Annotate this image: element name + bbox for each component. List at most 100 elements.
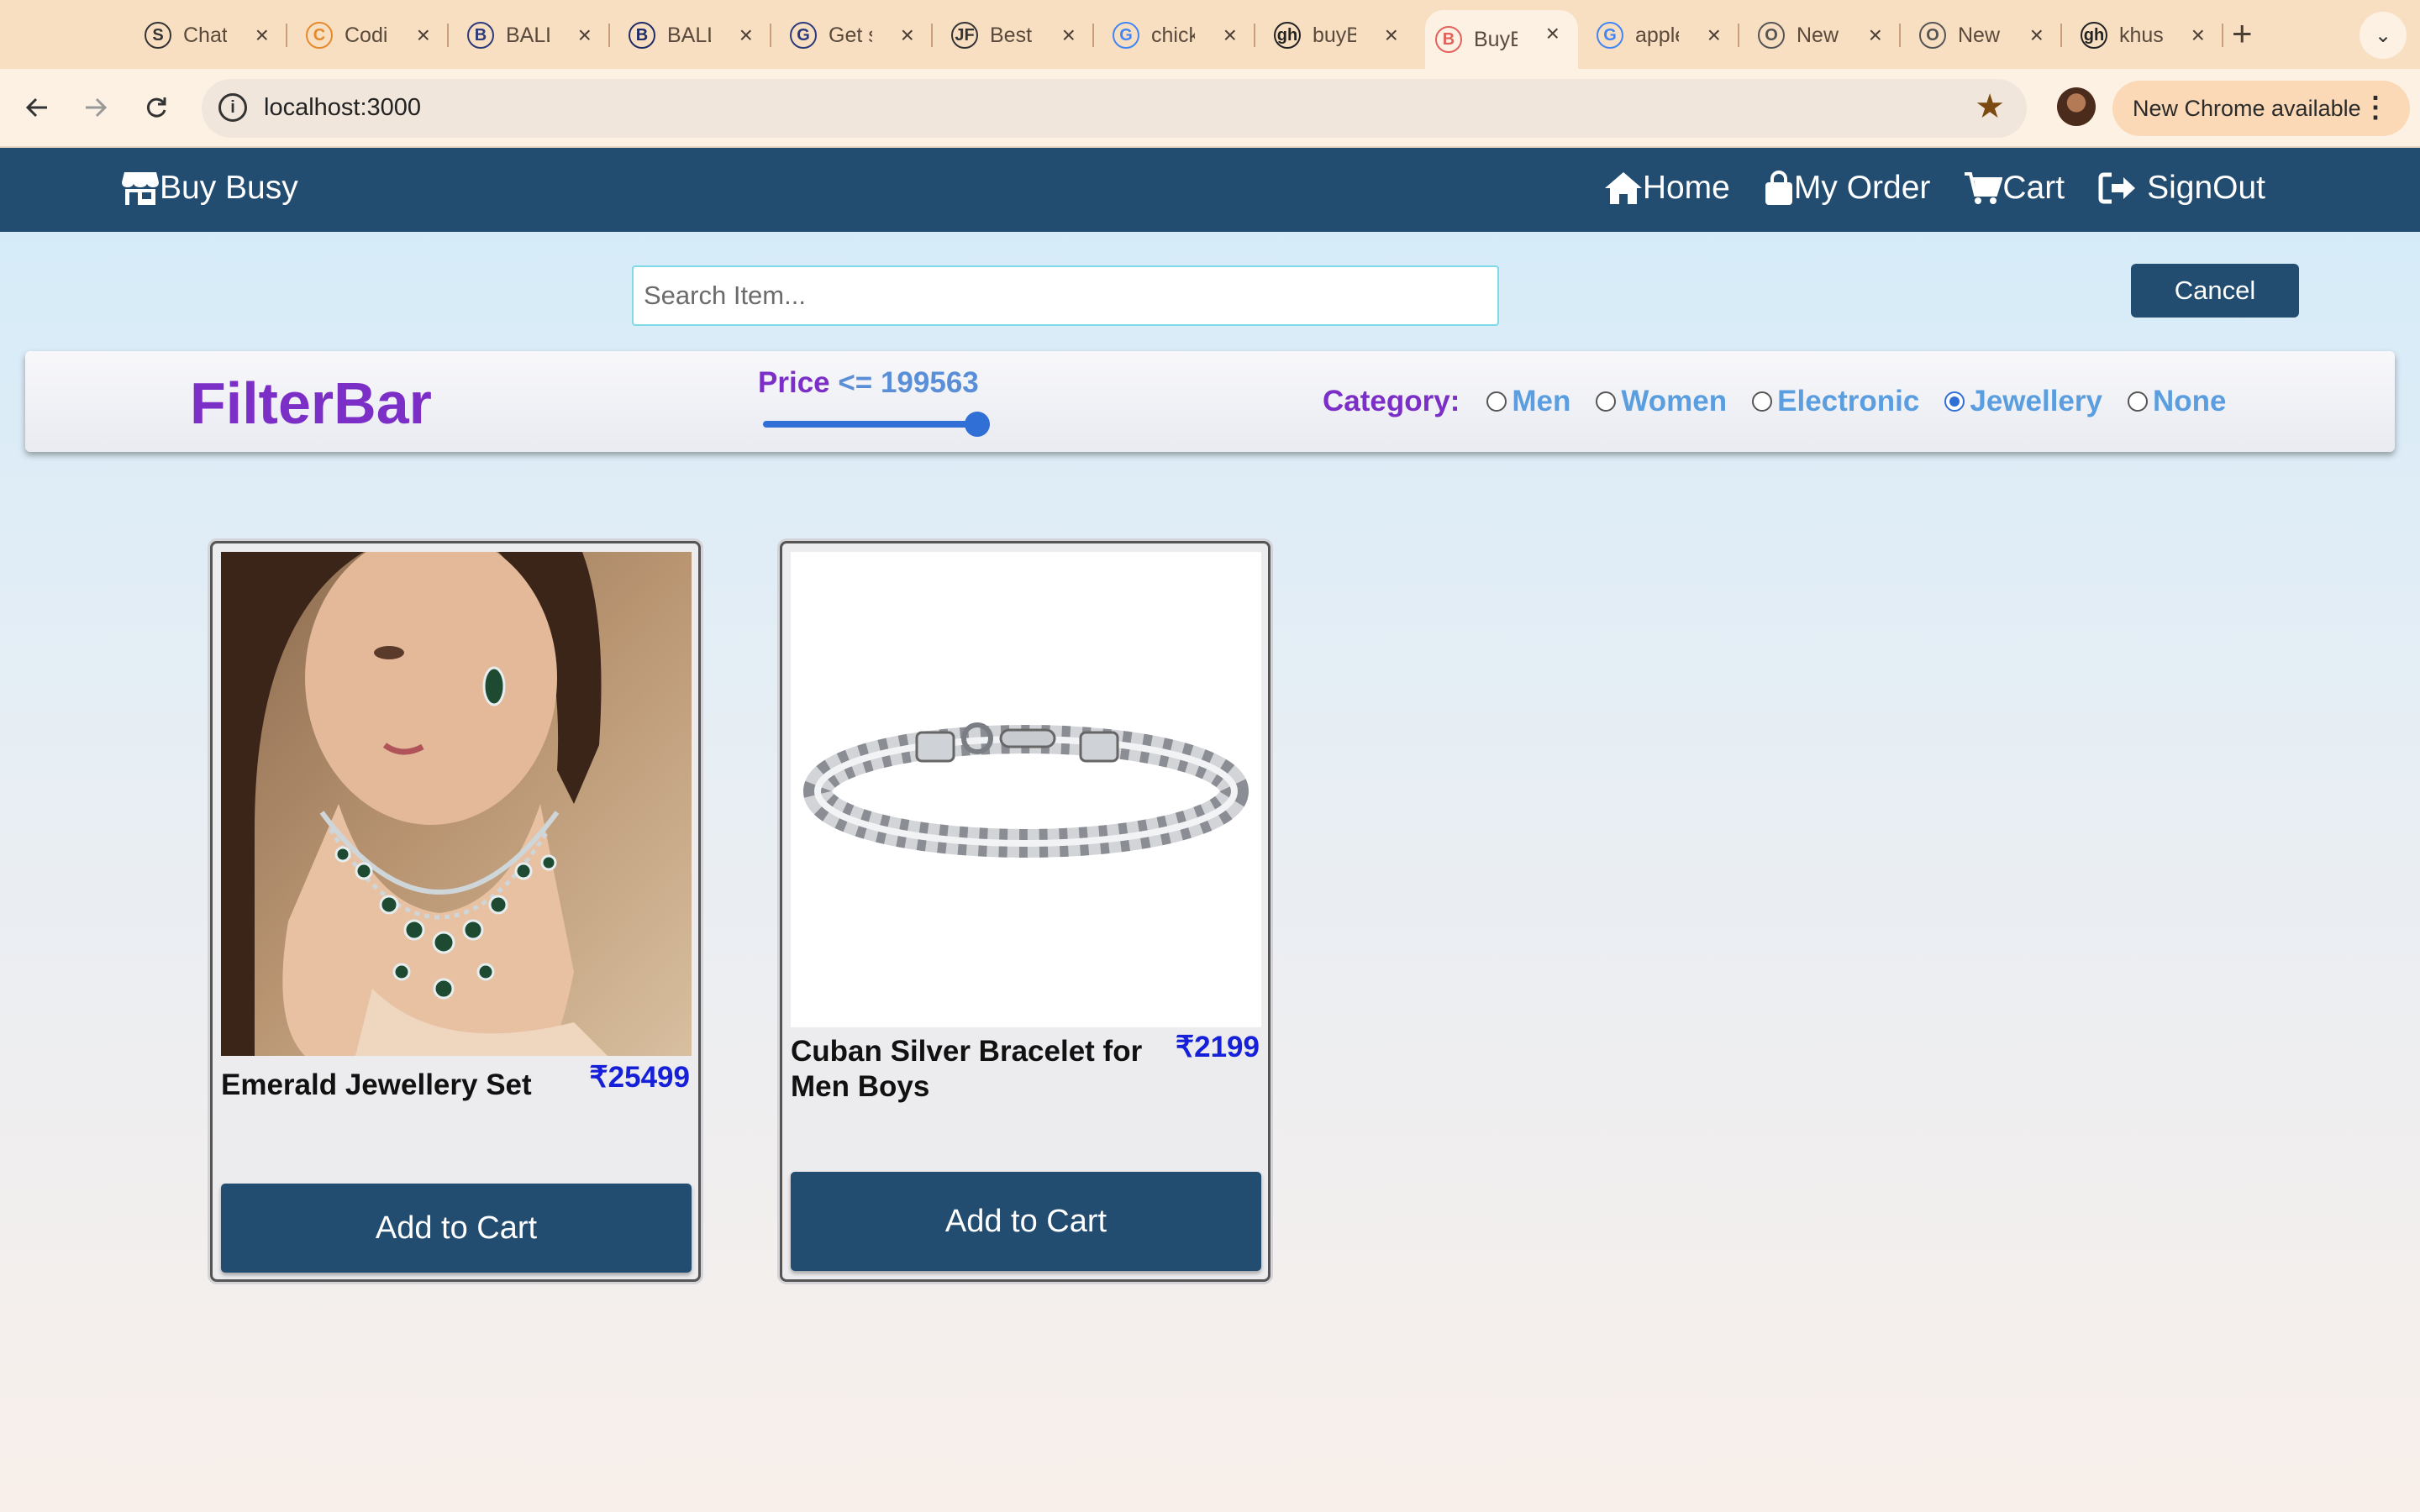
nav-orders-link[interactable]: My Order <box>1764 170 1931 207</box>
price-label-text: Price <box>758 366 830 399</box>
tab-close-icon[interactable]: × <box>901 20 914 50</box>
radio-button-icon[interactable] <box>1752 391 1773 412</box>
product-image[interactable] <box>791 552 1261 1027</box>
nav-home-link[interactable]: Home <box>1604 170 1730 207</box>
add-to-cart-button[interactable]: Add to Cart <box>221 1184 692 1273</box>
category-option-label: Electronic <box>1777 385 1920 417</box>
address-bar[interactable]: i localhost:3000 ★ <box>202 79 2027 138</box>
tab-close-icon[interactable]: × <box>1869 20 1882 50</box>
tab-separator <box>931 24 933 47</box>
browser-tab[interactable]: S ChatGPT × <box>134 12 287 59</box>
nav-cart-label: Cart <box>2002 170 2065 206</box>
category-option-none[interactable]: None <box>2127 385 2226 418</box>
tab-close-icon[interactable]: × <box>578 20 592 50</box>
browser-tab[interactable]: B BuyBusy × <box>1425 10 1578 69</box>
browser-tab[interactable]: C Coding Ninjas × <box>296 12 449 59</box>
price-slider-thumb[interactable] <box>965 412 990 437</box>
url-text[interactable]: localhost:3000 <box>264 94 421 122</box>
shopping-bag-icon <box>1765 171 1792 205</box>
tab-close-icon[interactable]: × <box>1062 20 1076 50</box>
add-to-cart-button[interactable]: Add to Cart <box>791 1172 1261 1271</box>
tab-title: khushi <box>2119 23 2163 47</box>
category-option-electronic[interactable]: Electronic <box>1752 385 1919 418</box>
browser-tab[interactable]: O New Tab × <box>1748 12 1901 59</box>
bookmark-star-icon[interactable]: ★ <box>1975 87 2005 126</box>
browser-toolbar: i localhost:3000 ★ New Chrome available … <box>0 69 2420 148</box>
radio-button-icon[interactable] <box>2127 391 2148 412</box>
browser-tab[interactable]: gh buyBusy × <box>1264 12 1417 59</box>
tab-title: BuyBusy <box>1474 27 1518 51</box>
tab-close-icon[interactable]: × <box>1385 20 1398 50</box>
browser-tab-strip: + ⌄ SChatGPT×CCoding Ninjas×BBALLERZZ×BB… <box>0 0 2420 69</box>
browser-tab[interactable]: G Get started × <box>780 12 933 59</box>
category-option-men[interactable]: Men <box>1486 385 1570 418</box>
tab-close-icon[interactable]: × <box>739 20 753 50</box>
tab-close-icon[interactable]: × <box>1223 20 1237 50</box>
product-card: Emerald Jewellery Set ₹25499 Add to Cart <box>210 541 701 1282</box>
browser-tab[interactable]: JF Best × <box>941 12 1094 59</box>
tab-separator <box>2060 24 2062 47</box>
site-info-icon[interactable]: i <box>218 93 247 122</box>
category-option-women[interactable]: Women <box>1596 385 1727 418</box>
brand-logo[interactable]: Buy Busy <box>121 170 298 207</box>
tab-close-icon[interactable]: × <box>2030 20 2044 50</box>
product-image[interactable] <box>221 552 692 1056</box>
tab-close-icon[interactable]: × <box>2191 20 2205 50</box>
nav-orders-label: My Order <box>1793 170 1931 206</box>
cart-icon <box>1965 172 2003 204</box>
tab-title: Best <box>990 23 1033 47</box>
category-option-label: Men <box>1512 385 1571 417</box>
app-root: Buy Busy Home My Order Cart SignOut Sear… <box>0 148 2420 1512</box>
tab-favicon-icon: O <box>1758 22 1785 49</box>
tab-close-icon[interactable]: × <box>1707 20 1721 50</box>
tab-close-icon[interactable]: × <box>1546 18 1560 49</box>
browser-tab[interactable]: gh khushi × <box>2070 12 2223 59</box>
nav-cart-link[interactable]: Cart <box>1964 170 2065 207</box>
tab-favicon-icon: gh <box>2081 22 2107 49</box>
chrome-update-button[interactable]: New Chrome available ⋮ <box>2112 81 2410 136</box>
browser-tab[interactable]: Gchicken × <box>1102 12 1255 59</box>
tab-favicon-icon: G <box>1597 22 1623 49</box>
price-slider[interactable] <box>763 412 990 437</box>
product-card: Cuban Silver Bracelet for Men Boys ₹2199… <box>780 541 1270 1282</box>
sign-out-icon <box>2098 172 2136 204</box>
kebab-menu-icon[interactable]: ⋮ <box>2361 91 2390 124</box>
tab-close-icon[interactable]: × <box>417 20 430 50</box>
tab-title: chicken <box>1151 23 1195 47</box>
browser-tab[interactable]: O New Tab × <box>1909 12 2062 59</box>
tab-title: buyBusy <box>1313 23 1356 47</box>
browser-tab[interactable]: B BALLERZZ × <box>457 12 610 59</box>
tab-title: ChatGPT <box>183 23 227 47</box>
price-label: Price <= 199563 <box>758 366 979 400</box>
tab-favicon-icon: JF <box>951 22 978 49</box>
forward-arrow-icon[interactable] <box>74 86 118 129</box>
tab-search-menu-icon[interactable]: ⌄ <box>2360 12 2407 59</box>
radio-button-icon[interactable] <box>1596 391 1617 412</box>
product-price: ₹25499 <box>589 1061 690 1094</box>
tab-title: Coding Ninjas <box>345 23 388 47</box>
store-icon <box>122 172 159 205</box>
price-slider-track <box>763 421 990 428</box>
profile-avatar[interactable] <box>2057 87 2096 126</box>
tab-favicon-icon: S <box>145 22 171 49</box>
reload-icon[interactable] <box>134 86 178 129</box>
category-option-jewellery[interactable]: Jewellery <box>1944 385 2102 418</box>
tab-close-icon[interactable]: × <box>255 20 269 50</box>
browser-tab[interactable]: Gapple × <box>1586 12 1739 59</box>
radio-button-icon[interactable] <box>1486 391 1507 412</box>
tab-separator <box>1899 24 1901 47</box>
tab-favicon-icon: B <box>1435 26 1462 53</box>
app-navbar: Buy Busy Home My Order Cart SignOut <box>0 148 2420 232</box>
search-input[interactable] <box>632 265 1499 326</box>
radio-button-icon[interactable] <box>1944 391 1965 412</box>
nav-signout-link[interactable]: SignOut <box>2098 170 2265 207</box>
nav-links: Home My Order Cart SignOut <box>1604 170 2265 207</box>
cancel-button[interactable]: Cancel <box>2131 264 2299 318</box>
back-arrow-icon[interactable] <box>15 86 59 129</box>
tab-separator <box>1254 24 1255 47</box>
category-filter: Category: Men Women Electronic Jewellery Non… <box>1323 385 2251 418</box>
new-tab-button[interactable]: + <box>2232 13 2253 54</box>
browser-tab[interactable]: B BALLERZZ × <box>618 12 771 59</box>
tab-separator <box>770 24 771 47</box>
home-icon <box>1604 172 1642 204</box>
